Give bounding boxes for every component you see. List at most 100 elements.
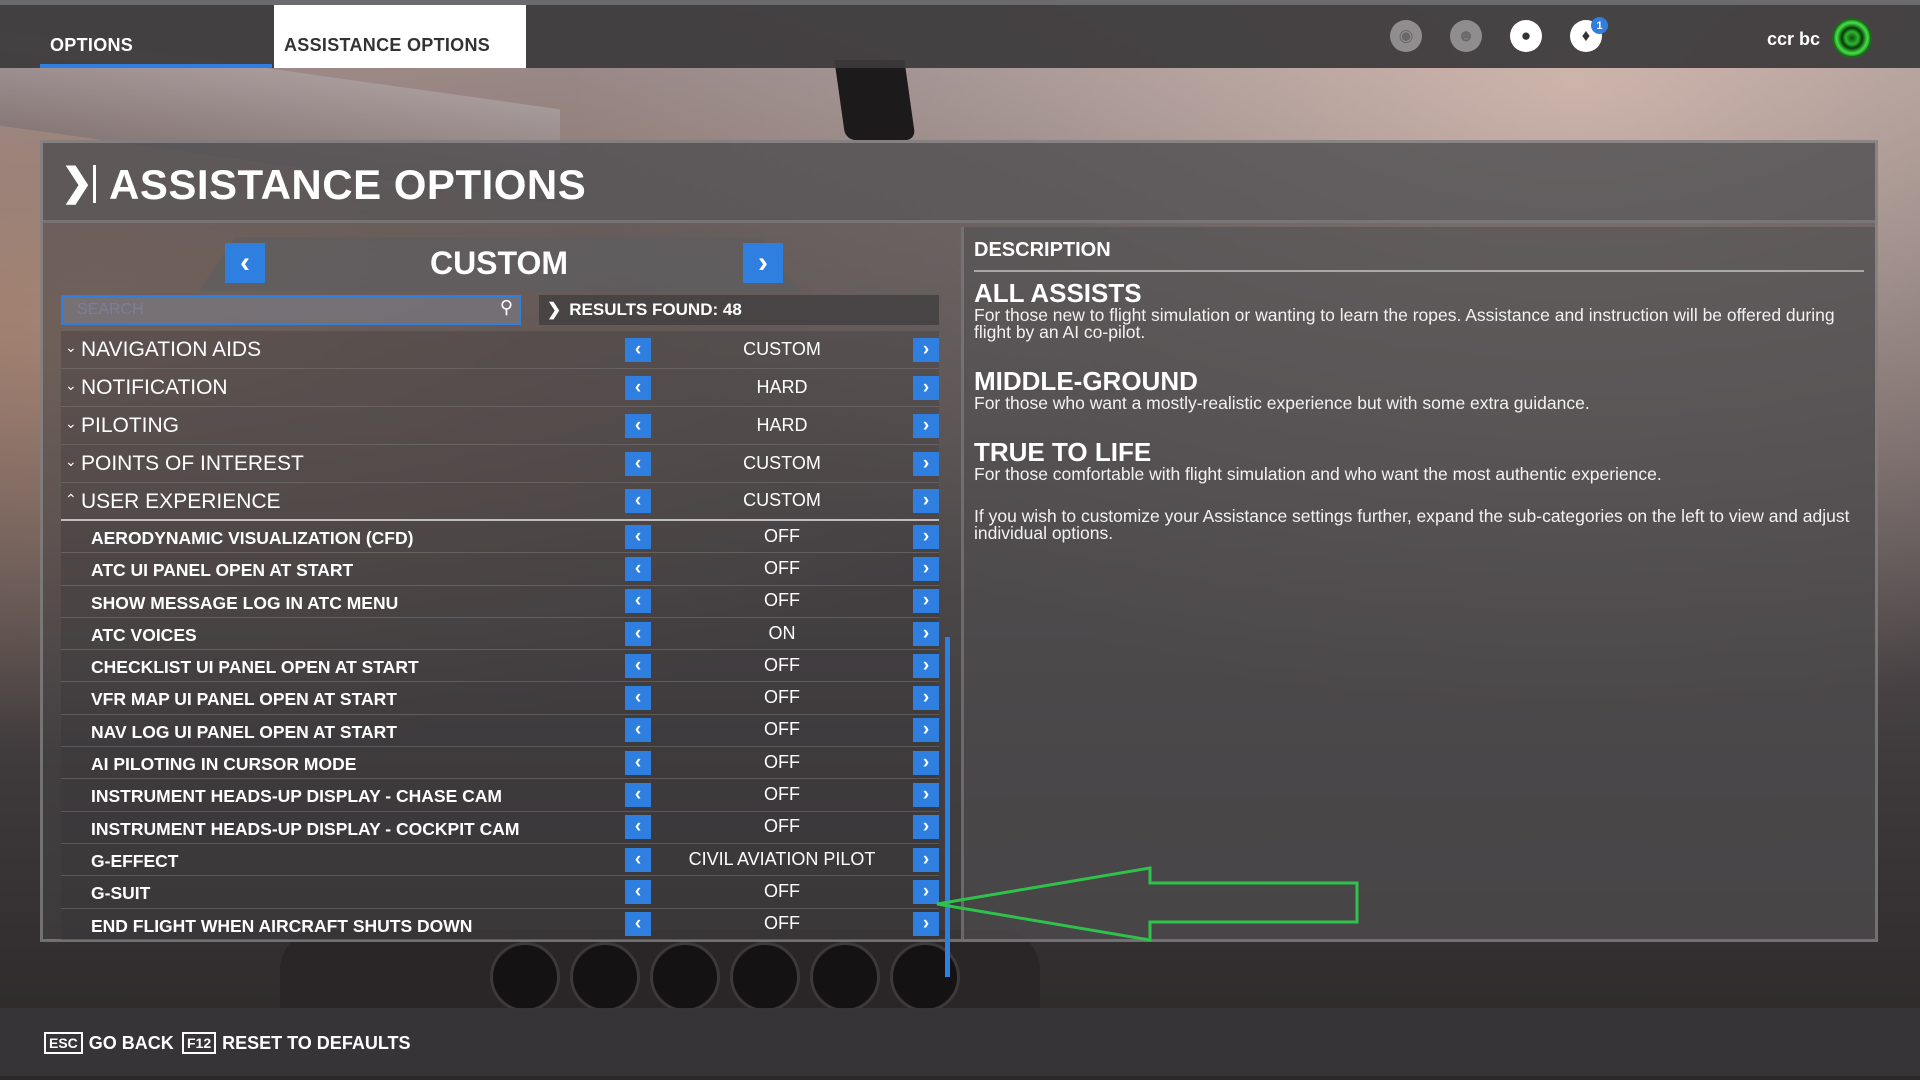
option-row[interactable]: SHOW MESSAGE LOG IN ATC MENU ‹ OFF › — [61, 585, 939, 618]
value-prev-button[interactable]: ‹ — [625, 815, 651, 840]
option-label: VFR MAP UI PANEL OPEN AT START — [91, 689, 397, 710]
value-next-button[interactable]: › — [913, 489, 939, 513]
option-row[interactable]: G-EFFECT ‹ CIVIL AVIATION PILOT › — [61, 843, 939, 877]
option-row[interactable]: CHECKLIST UI PANEL OPEN AT START ‹ OFF › — [61, 650, 939, 683]
option-value: CIVIL AVIATION PILOT — [688, 848, 876, 869]
value-next-button[interactable]: › — [913, 556, 939, 581]
user-name[interactable]: ccr bc — [1767, 29, 1820, 50]
avatar[interactable] — [1832, 18, 1872, 58]
value-next-button[interactable]: › — [913, 750, 939, 775]
header-divider — [93, 165, 96, 203]
category-value: CUSTOM — [743, 490, 821, 510]
value-prev-button[interactable]: ‹ — [625, 653, 651, 678]
value-next-button[interactable]: › — [913, 815, 939, 840]
profile-icon[interactable]: ● — [1510, 20, 1542, 52]
option-value: OFF — [764, 687, 800, 708]
description-heading: DESCRIPTION — [974, 239, 1864, 272]
value-next-button[interactable]: › — [913, 337, 939, 362]
option-row[interactable]: ATC VOICES ‹ ON › — [61, 617, 939, 651]
value-next-button[interactable]: › — [913, 718, 939, 743]
category-piloting[interactable]: ⌄ PILOTING ‹ HARD › — [61, 407, 939, 445]
value-prev-button[interactable]: ‹ — [625, 375, 651, 400]
value-next-button[interactable]: › — [913, 686, 939, 711]
options-list: ⌄ NAVIGATION AIDS ‹ CUSTOM › ⌄ NOTIFICAT… — [61, 331, 939, 941]
value-prev-button[interactable]: ‹ — [625, 556, 651, 581]
category-points-of-interest[interactable]: ⌄ POINTS OF INTEREST ‹ CUSTOM › — [61, 445, 939, 483]
true-to-life-section: TRUE TO LIFE For those comfortable with … — [974, 438, 1864, 483]
value-next-button[interactable]: › — [913, 621, 939, 646]
category-navigation-aids[interactable]: ⌄ NAVIGATION AIDS ‹ CUSTOM › — [61, 331, 939, 369]
reset-to-defaults-button[interactable]: F12 RESET TO DEFAULTS — [182, 1032, 410, 1054]
customize-note: If you wish to customize your Assistance… — [974, 507, 1864, 542]
value-next-button[interactable]: › — [913, 413, 939, 438]
option-label: INSTRUMENT HEADS-UP DISPLAY - CHASE CAM — [91, 786, 502, 807]
value-prev-button[interactable]: ‹ — [625, 912, 651, 937]
preset-selector: ‹ CUSTOM › — [49, 227, 957, 291]
value-prev-button[interactable]: ‹ — [625, 489, 651, 513]
value-prev-button[interactable]: ‹ — [625, 337, 651, 362]
chevron-down-icon: ⌄ — [65, 453, 77, 469]
page-title: ASSISTANCE OPTIONS — [109, 161, 587, 208]
option-value: OFF — [764, 880, 800, 901]
background-gauge — [650, 942, 720, 1012]
background-strut — [834, 60, 916, 140]
value-next-button[interactable]: › — [913, 375, 939, 400]
option-label: END FLIGHT WHEN AIRCRAFT SHUTS DOWN — [91, 915, 473, 936]
value-next-button[interactable]: › — [913, 451, 939, 476]
tab-options[interactable]: OPTIONS — [40, 5, 272, 68]
go-back-button[interactable]: ESC GO BACK — [44, 1032, 174, 1054]
option-row[interactable]: AI PILOTING IN CURSOR MODE ‹ OFF › — [61, 747, 939, 780]
category-notification[interactable]: ⌄ NOTIFICATION ‹ HARD › — [61, 369, 939, 407]
chevron-up-icon: ⌃ — [65, 491, 77, 507]
preset-prev-button[interactable]: ‹ — [225, 243, 265, 283]
search-box[interactable]: ⚲ — [61, 295, 521, 325]
value-next-button[interactable]: › — [913, 589, 939, 614]
value-prev-button[interactable]: ‹ — [625, 451, 651, 476]
preset-next-button[interactable]: › — [743, 243, 783, 283]
option-row[interactable]: VFR MAP UI PANEL OPEN AT START ‹ OFF › — [61, 682, 939, 715]
search-icon[interactable]: ⚲ — [500, 297, 513, 318]
value-next-button[interactable]: › — [913, 524, 939, 549]
bottom-bar: ESC GO BACK F12 RESET TO DEFAULTS — [0, 1008, 1920, 1076]
value-prev-button[interactable]: ‹ — [625, 783, 651, 808]
option-row[interactable]: ATC UI PANEL OPEN AT START ‹ OFF › — [61, 553, 939, 586]
value-next-button[interactable]: › — [913, 653, 939, 678]
reset-label: RESET TO DEFAULTS — [222, 1032, 411, 1053]
tab-assistance-options[interactable]: ASSISTANCE OPTIONS — [274, 5, 526, 68]
notifications-icon[interactable]: ♦ 1 — [1570, 17, 1608, 52]
option-label: AERODYNAMIC VISUALIZATION (CFD) — [91, 528, 414, 548]
option-label: ATC VOICES — [91, 624, 197, 645]
activity-icon[interactable]: ◉ — [1390, 20, 1422, 52]
option-row[interactable]: AERODYNAMIC VISUALIZATION (CFD) ‹ OFF › — [61, 521, 939, 554]
option-value: ON — [768, 622, 796, 643]
friends-icon[interactable]: ☻ — [1450, 20, 1482, 52]
option-row[interactable]: END FLIGHT WHEN AIRCRAFT SHUTS DOWN ‹ OF… — [61, 908, 939, 941]
annotation-arrow — [936, 866, 1359, 942]
value-next-button[interactable]: › — [913, 783, 939, 808]
value-prev-button[interactable]: ‹ — [625, 847, 651, 872]
value-prev-button[interactable]: ‹ — [625, 621, 651, 646]
option-value: OFF — [764, 751, 800, 772]
category-user-experience[interactable]: ⌃ USER EXPERIENCE ‹ CUSTOM › — [61, 483, 939, 521]
value-prev-button[interactable]: ‹ — [625, 686, 651, 711]
value-prev-button[interactable]: ‹ — [625, 589, 651, 614]
option-value: OFF — [764, 719, 800, 740]
category-value: CUSTOM — [743, 338, 821, 359]
option-row[interactable]: G-SUIT ‹ OFF › — [61, 876, 939, 909]
option-row[interactable]: INSTRUMENT HEADS-UP DISPLAY - CHASE CAM … — [61, 779, 939, 812]
option-row[interactable]: NAV LOG UI PANEL OPEN AT START ‹ OFF › — [61, 714, 939, 748]
option-value: OFF — [764, 557, 800, 578]
assistance-options-panel: ❯ ASSISTANCE OPTIONS ‹ CUSTOM › ⚲ ❯ RESUL… — [40, 140, 1878, 977]
value-prev-button[interactable]: ‹ — [625, 413, 651, 438]
value-prev-button[interactable]: ‹ — [625, 879, 651, 904]
true-to-life-title: TRUE TO LIFE — [974, 437, 1152, 467]
option-row[interactable]: INSTRUMENT HEADS-UP DISPLAY - COCKPIT CA… — [61, 811, 939, 844]
option-value: OFF — [764, 654, 800, 675]
chevron-right-icon: ❯ — [61, 162, 93, 204]
value-prev-button[interactable]: ‹ — [625, 524, 651, 549]
preset-label: CUSTOM — [429, 245, 569, 281]
value-prev-button[interactable]: ‹ — [625, 750, 651, 775]
search-input[interactable] — [63, 297, 483, 323]
value-prev-button[interactable]: ‹ — [625, 718, 651, 743]
description-panel: DESCRIPTION ALL ASSISTS For those new to… — [961, 227, 1875, 939]
